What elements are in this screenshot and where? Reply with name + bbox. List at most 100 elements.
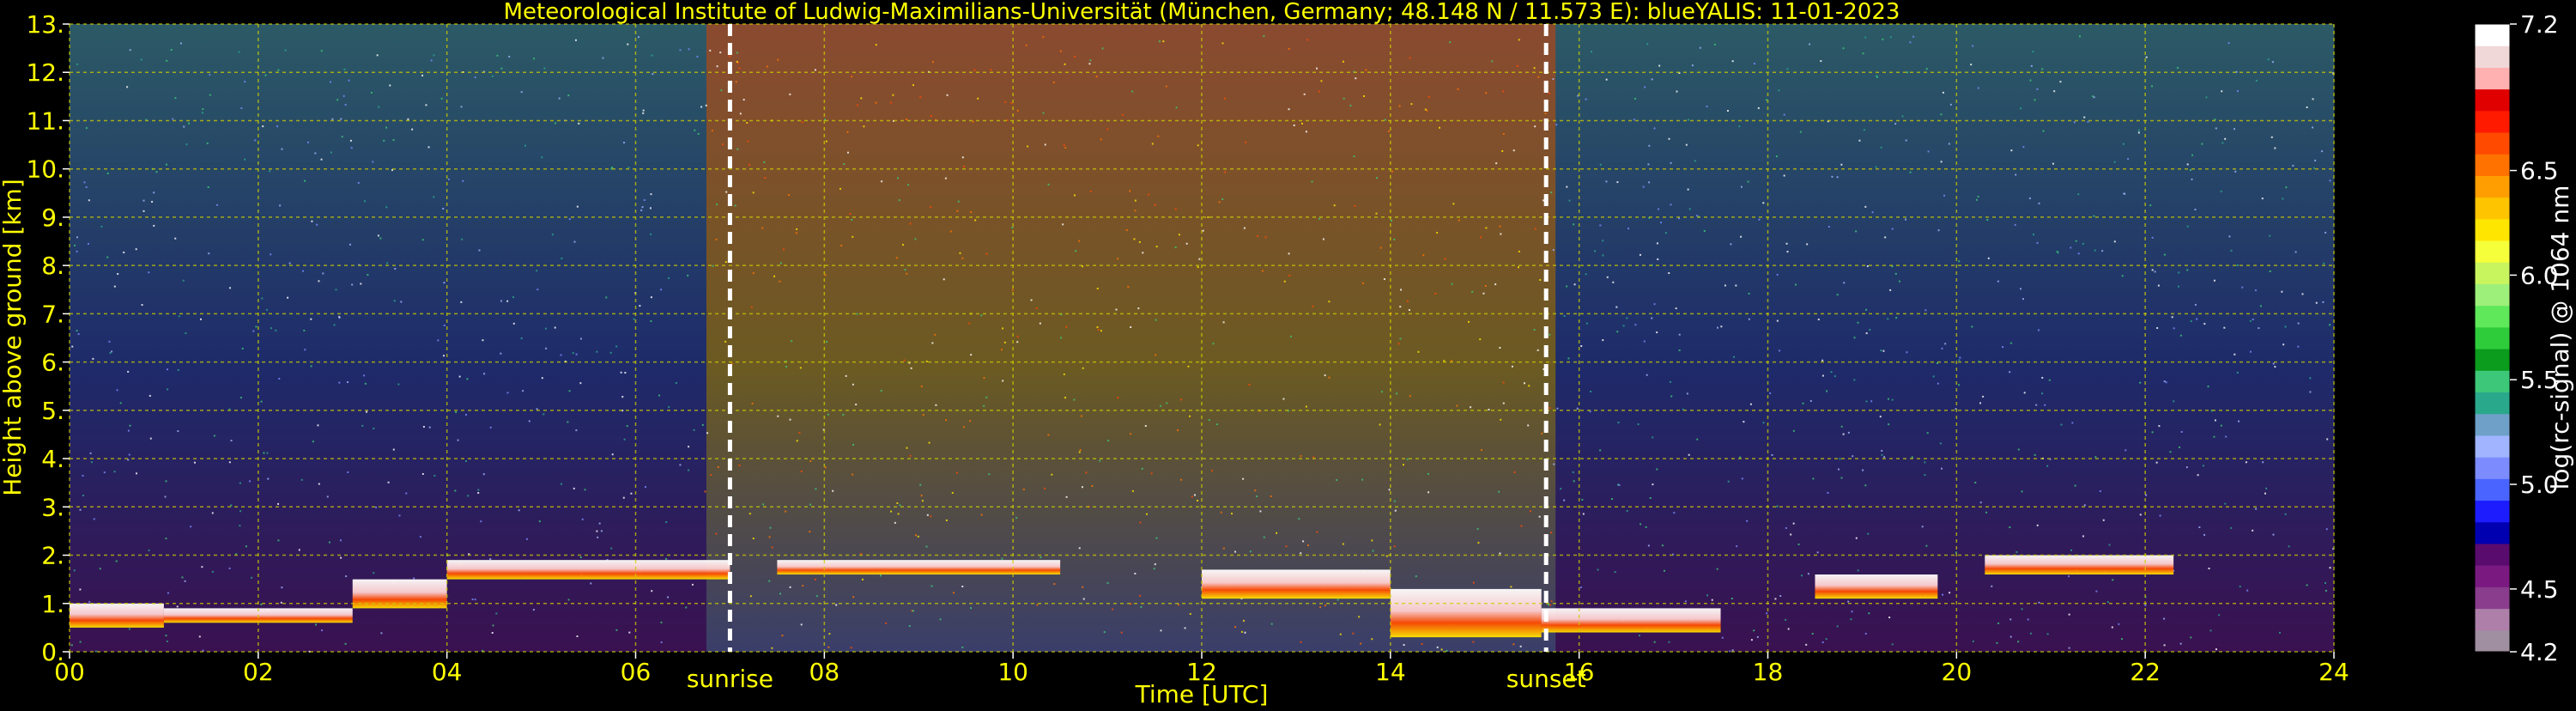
noise-speck: [1060, 337, 1063, 339]
noise-speck: [216, 204, 219, 206]
noise-speck: [433, 54, 435, 57]
noise-speck: [1720, 325, 1723, 328]
noise-speck: [1927, 150, 1930, 153]
noise-speck: [188, 122, 191, 125]
noise-speck: [2041, 376, 2044, 379]
noise-speck: [1721, 636, 1724, 639]
background-strip: [187, 24, 212, 652]
noise-speck: [622, 496, 625, 499]
noise-speck: [280, 601, 282, 604]
noise-speck: [1997, 622, 2000, 624]
noise-speck: [1194, 494, 1197, 496]
noise-speck: [342, 94, 345, 97]
noise-speck: [1905, 139, 1907, 142]
noise-speck: [687, 274, 689, 276]
noise-speck: [1937, 229, 1940, 232]
noise-speck: [2038, 202, 2040, 204]
noise-speck: [386, 262, 389, 264]
noise-speck: [568, 218, 571, 221]
noise-speck: [688, 469, 690, 471]
noise-speck: [600, 530, 603, 532]
noise-speck: [961, 586, 964, 588]
noise-speck: [2036, 88, 2039, 90]
noise-speck: [2234, 170, 2237, 173]
noise-speck: [825, 140, 827, 143]
noise-speck: [2198, 526, 2201, 529]
noise-speck: [1747, 180, 1749, 183]
noise-speck: [985, 396, 988, 398]
noise-speck: [1541, 432, 1543, 434]
noise-speck: [1500, 418, 1502, 421]
noise-speck: [347, 471, 349, 473]
noise-speck: [1101, 47, 1104, 50]
colorbar-segment: [2475, 349, 2510, 371]
noise-speck: [928, 441, 930, 444]
noise-speck: [1573, 223, 1575, 226]
noise-speck: [1494, 283, 1497, 286]
noise-speck: [361, 424, 364, 427]
noise-speck: [1178, 604, 1180, 606]
noise-speck: [1840, 163, 1843, 166]
noise-speck: [1549, 604, 1552, 606]
noise-speck: [970, 211, 973, 214]
noise-speck: [679, 49, 682, 52]
noise-speck: [1051, 473, 1053, 476]
noise-speck: [2209, 629, 2212, 632]
noise-speck: [1746, 520, 1749, 522]
noise-speck: [1470, 406, 1472, 409]
noise-speck: [749, 595, 752, 598]
colorbar-segment: [2475, 608, 2510, 631]
noise-speck: [2191, 178, 2193, 180]
noise-speck: [1858, 139, 1861, 142]
noise-speck: [1811, 633, 1814, 635]
noise-speck: [2046, 465, 2049, 467]
noise-speck: [1085, 471, 1088, 474]
noise-speck: [1100, 330, 1102, 332]
noise-speck: [1398, 105, 1401, 107]
noise-speck: [1134, 199, 1136, 202]
noise-speck: [763, 161, 766, 163]
noise-speck: [303, 329, 306, 331]
noise-speck: [1016, 341, 1019, 343]
noise-speck: [1537, 76, 1540, 78]
noise-speck: [644, 486, 646, 489]
noise-speck: [1646, 374, 1648, 376]
noise-speck: [1656, 468, 1658, 471]
noise-speck: [467, 495, 470, 497]
noise-speck: [316, 223, 318, 226]
noise-speck: [1544, 112, 1547, 115]
noise-speck: [263, 452, 265, 454]
noise-speck: [1324, 605, 1326, 607]
background-strip: [1744, 24, 1768, 652]
noise-speck: [477, 492, 480, 495]
noise-speck: [1096, 288, 1099, 290]
noise-speck: [345, 575, 348, 578]
noise-speck: [398, 514, 401, 517]
noise-speck: [1610, 498, 1613, 501]
noise-speck: [735, 81, 737, 83]
colorbar-segment: [2475, 413, 2510, 436]
noise-speck: [897, 513, 900, 515]
noise-speck: [573, 487, 575, 489]
noise-speck: [1977, 87, 1979, 89]
noise-speck: [1602, 240, 1604, 242]
noise-speck: [926, 514, 929, 516]
noise-speck: [201, 566, 203, 568]
noise-speck: [1906, 71, 1909, 74]
noise-speck: [1452, 203, 1455, 205]
noise-speck: [1616, 331, 1619, 333]
noise-speck: [360, 283, 362, 285]
noise-speck: [1622, 325, 1625, 327]
noise-speck: [896, 502, 899, 504]
noise-speck: [1476, 528, 1479, 531]
noise-speck: [127, 370, 130, 373]
noise-speck: [2053, 90, 2056, 93]
background-strip: [210, 24, 235, 652]
noise-speck: [229, 287, 232, 289]
noise-speck: [2254, 289, 2257, 292]
noise-speck: [240, 106, 243, 109]
noise-speck: [1336, 478, 1338, 481]
chart-svg: 00 02 04 06 08 10 12 14 16 18 20 22 24 0.1.2.3.4.5.6…: [0, 0, 2574, 708]
noise-speck: [1534, 228, 1537, 230]
noise-speck: [181, 576, 184, 579]
